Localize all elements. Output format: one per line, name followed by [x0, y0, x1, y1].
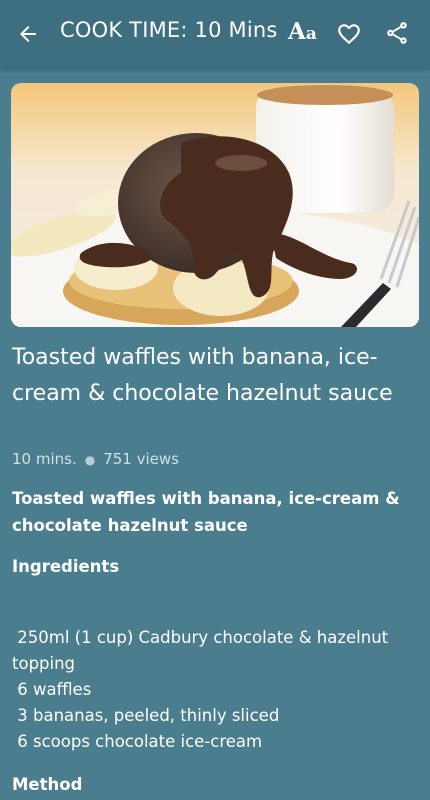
font-size-icon-small: a [305, 24, 317, 44]
font-size-icon-large: A [288, 18, 306, 45]
recipe-title: Toasted waffles with banana, ice-cream &… [12, 345, 393, 406]
share-icon [387, 22, 407, 44]
method-heading: Method [12, 775, 83, 794]
ingredient-item: 3 bananas, peeled, thinly sliced [12, 706, 280, 725]
recipe-views: 751 views [103, 450, 179, 468]
ingredient-item: 250ml (1 cup) Cadbury chocolate & hazeln… [12, 628, 394, 673]
recipe-photo [11, 83, 419, 327]
cook-time-title: COOK TIME: 10 Mins [60, 18, 278, 42]
ingredient-item: 6 waffles [12, 680, 92, 699]
ingredients-heading: Ingredients [12, 557, 120, 576]
favorite-button[interactable] [336, 21, 362, 47]
share-button[interactable] [384, 20, 410, 46]
font-size-button[interactable]: Aa [288, 20, 317, 43]
recipe-subtitle: Toasted waffles with banana, ice-cream &… [12, 489, 400, 535]
recipe-meta: 10 mins. ● 751 views [12, 450, 179, 468]
app-bar: COOK TIME: 10 Mins Aa [0, 0, 430, 68]
heart-outline-icon [338, 24, 360, 45]
recipe-duration: 10 mins. [12, 450, 77, 468]
back-button[interactable] [16, 22, 40, 46]
separator-dot: ● [84, 453, 96, 467]
ingredients-list: 250ml (1 cup) Cadbury chocolate & hazeln… [12, 625, 420, 755]
ingredient-item: 6 scoops chocolate ice-cream [12, 732, 263, 751]
arrow-back-icon [20, 26, 36, 42]
